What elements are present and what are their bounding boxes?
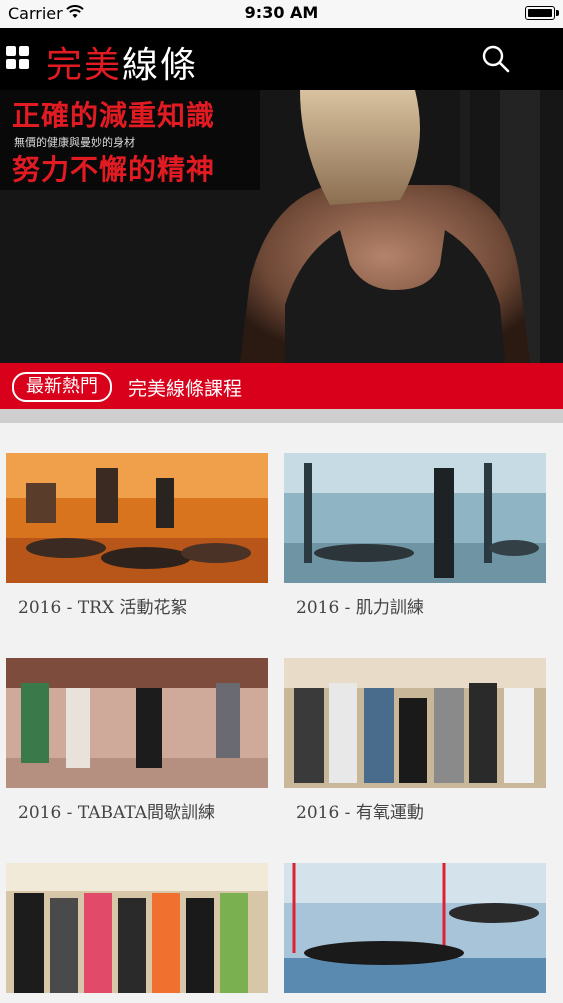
section-title: 完美線條課程 <box>128 378 243 400</box>
status-bar: Carrier 9:30 AM <box>0 0 563 28</box>
brand-logo: 完美線條 <box>46 36 198 88</box>
course-thumbnail[interactable] <box>284 453 546 583</box>
hero-headline-2: 努力不懈的精神 <box>12 153 216 186</box>
battery-icon <box>525 6 559 20</box>
course-thumbnail[interactable] <box>6 453 268 583</box>
course-thumbnail[interactable] <box>284 658 546 788</box>
hero-headline-1: 正確的減重知識 <box>12 99 216 132</box>
hero-banner[interactable]: 正確的減重知識 無價的健康與曼妙的身材 努力不懈的精神 <box>0 90 563 363</box>
divider <box>0 409 563 423</box>
course-thumbnail[interactable] <box>6 658 268 788</box>
course-caption: 2016 - 肌力訓練 <box>296 598 424 618</box>
course-thumbnail[interactable] <box>284 863 546 993</box>
course-caption: 2016 - TABATA間歇訓練 <box>18 803 216 823</box>
course-card[interactable] <box>284 863 546 1003</box>
course-card[interactable]: 2016 - 有氧運動 <box>284 658 546 823</box>
course-caption: 2016 - 有氧運動 <box>296 803 424 823</box>
status-time: 9:30 AM <box>244 3 319 22</box>
course-card[interactable] <box>6 863 268 1003</box>
course-card[interactable]: 2016 - TABATA間歇訓練 <box>6 658 268 823</box>
latest-hot-pill[interactable]: 最新熱門 <box>12 372 112 402</box>
grid-menu-icon[interactable] <box>6 46 30 70</box>
search-icon[interactable] <box>481 44 511 74</box>
brand-white-text: 線條 <box>122 45 199 86</box>
top-navbar: 完美線條 <box>0 28 563 90</box>
course-card[interactable]: 2016 - 肌力訓練 <box>284 453 546 618</box>
brand-red-text: 完美 <box>46 45 123 86</box>
course-card[interactable]: 2016 - TRX 活動花絮 <box>6 453 268 618</box>
course-caption: 2016 - TRX 活動花絮 <box>18 598 188 618</box>
course-thumbnail[interactable] <box>6 863 268 993</box>
section-header-bar: 最新熱門 完美線條課程 <box>0 363 563 409</box>
course-grid: 2016 - TRX 活動花絮 2016 - 肌力訓練 2016 - TABAT… <box>0 423 563 1000</box>
